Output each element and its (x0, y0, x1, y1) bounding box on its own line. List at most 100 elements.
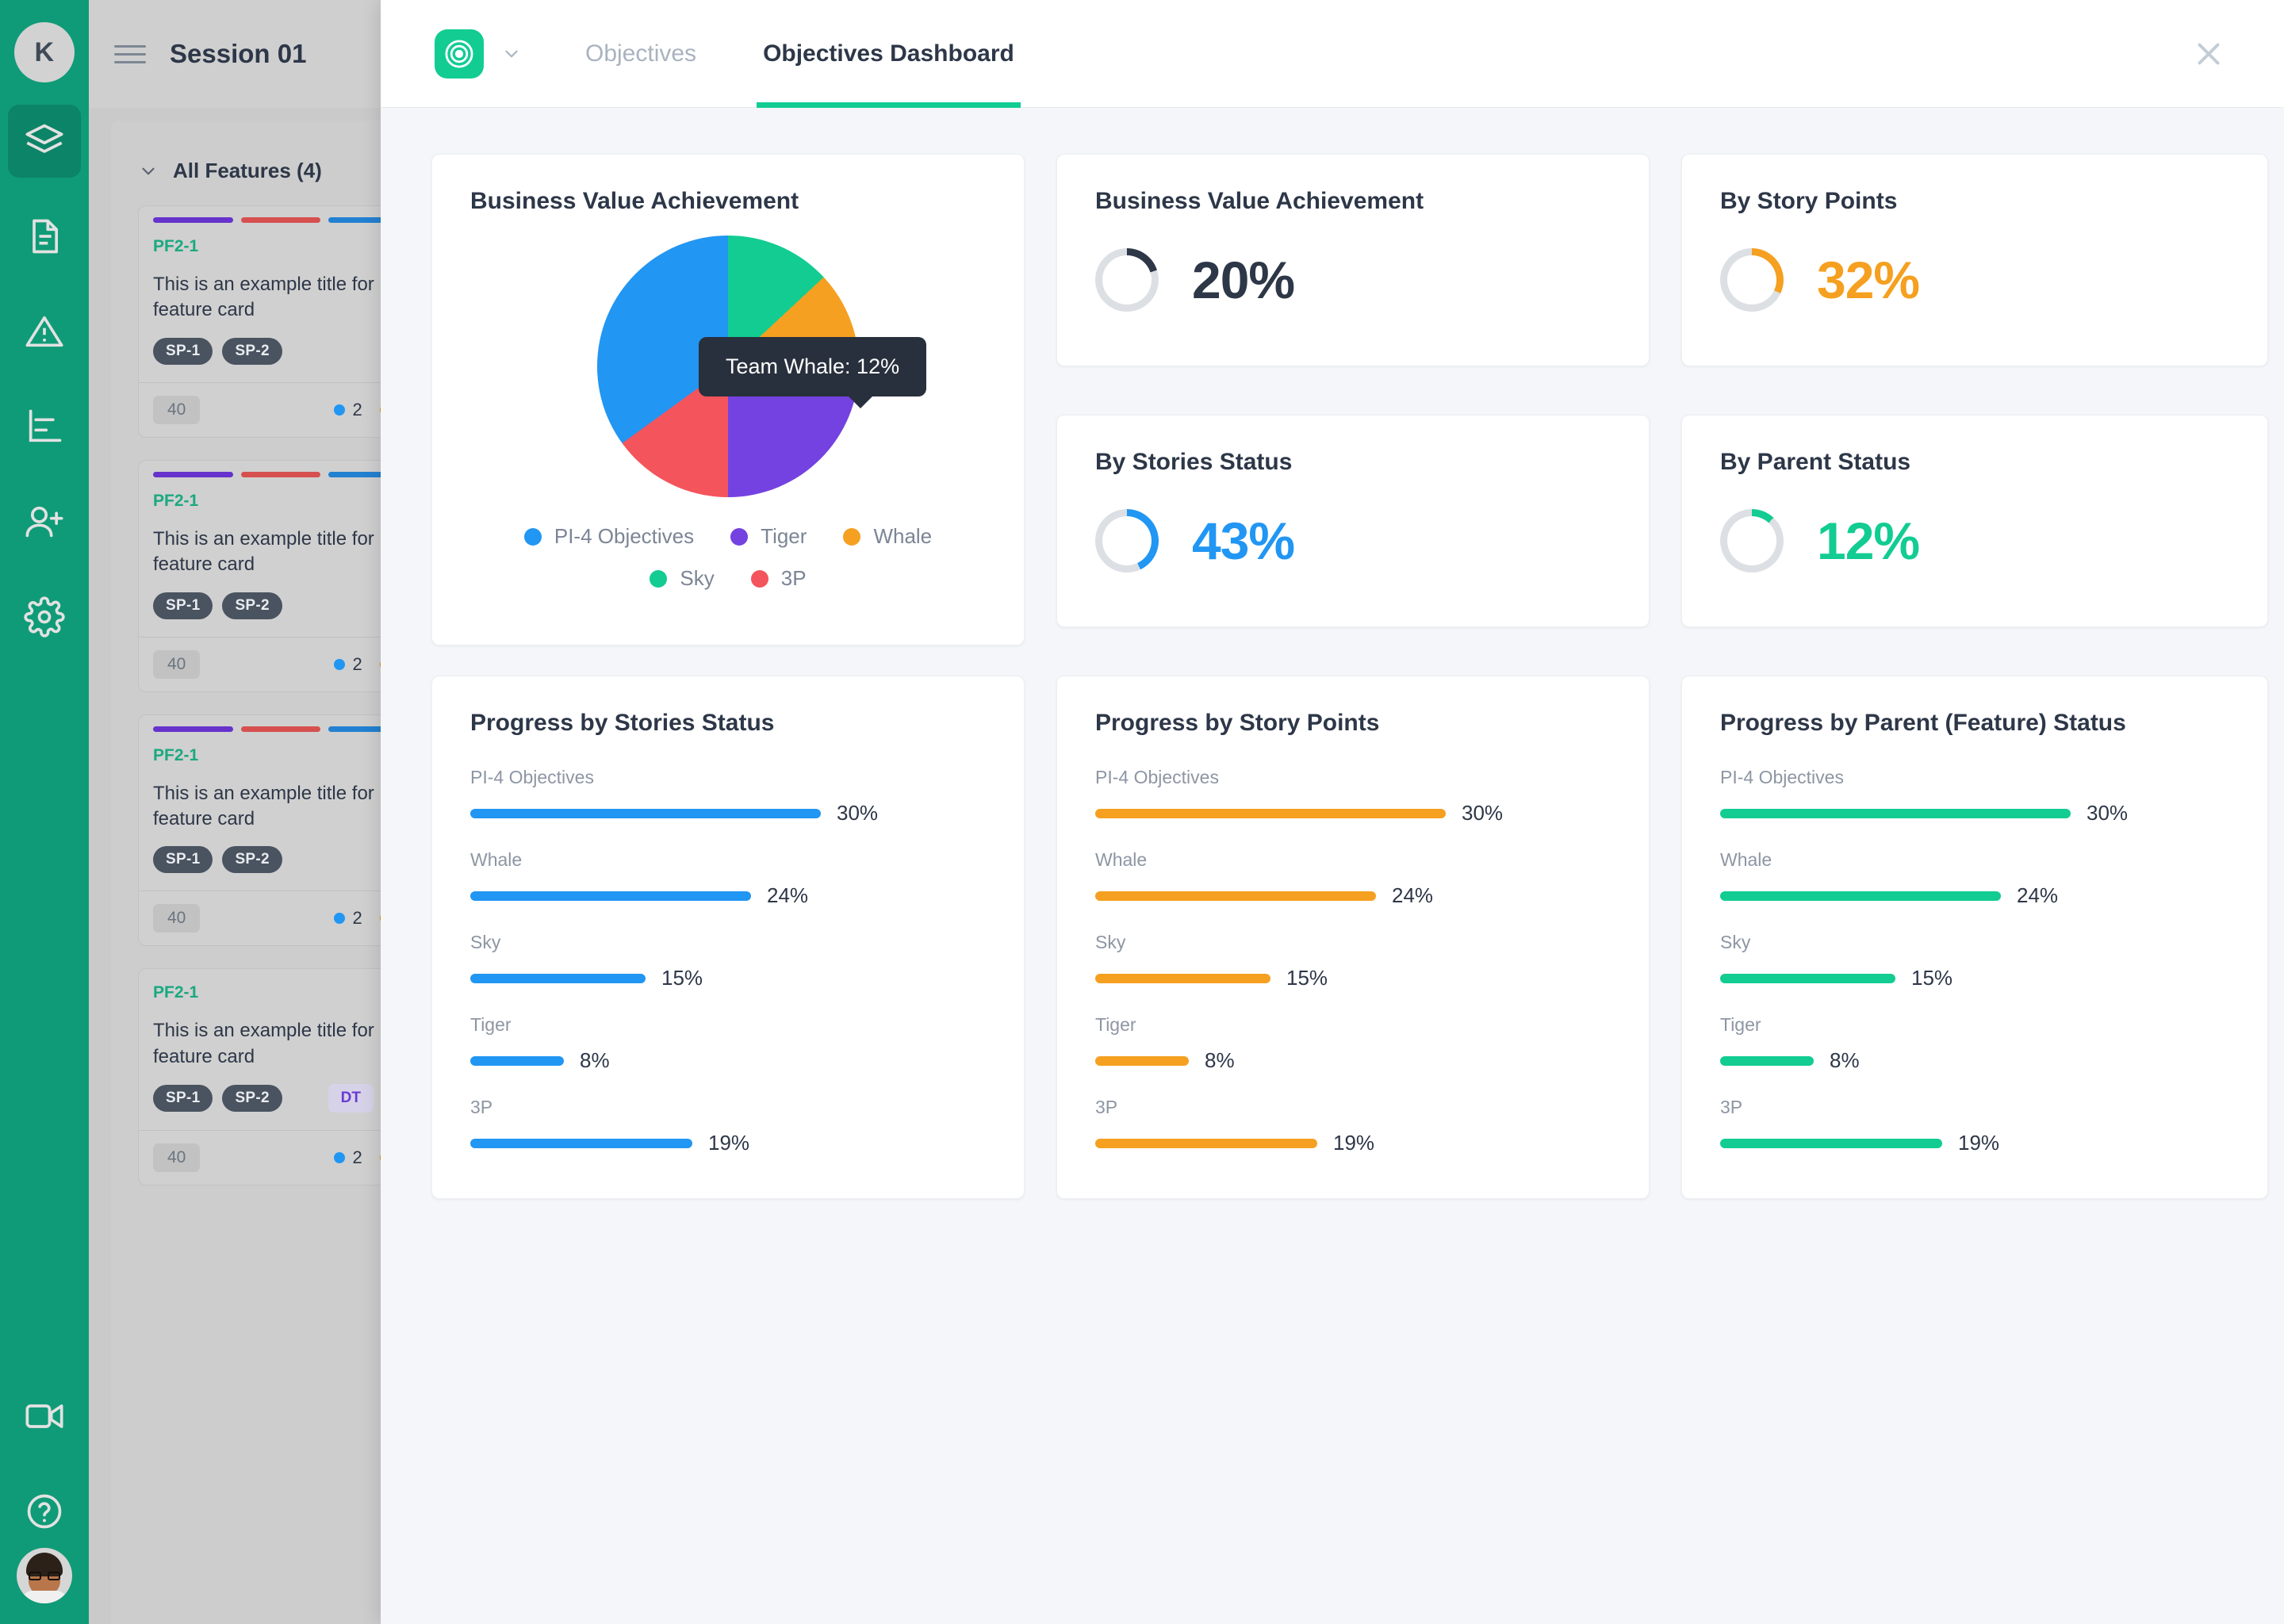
card-tag[interactable]: SP-1 (153, 846, 213, 874)
kpi-title: Business Value Achievement (1095, 188, 1424, 214)
bar-label: Tiger (1720, 1014, 1761, 1035)
bar-label: PI-4 Objectives (1095, 767, 1219, 787)
legend-item[interactable]: Whale (843, 524, 932, 549)
help-circle-icon[interactable] (8, 1475, 81, 1548)
bar-item: Sky 15% (1720, 932, 2229, 990)
kpi-value: 20% (1192, 251, 1295, 309)
card-tag[interactable]: SP-1 (153, 337, 213, 365)
legend-color-dot (650, 569, 668, 588)
bar-chart-card-stories-status: Progress by Stories Status PI-4 Objectiv… (431, 676, 1025, 1199)
bar-fill (470, 973, 646, 983)
bar-chart-title: Progress by Parent (Feature) Status (1720, 710, 2126, 736)
card-pill[interactable]: DT (328, 1084, 374, 1113)
kpi-card-stories-status: By Stories Status 43% (1056, 415, 1650, 627)
stripe (153, 726, 233, 732)
bar-item: Sky 15% (470, 932, 986, 990)
card-estimate: 40 (153, 904, 201, 933)
bar-fill (1720, 891, 2001, 901)
bar-item: 3P 19% (470, 1097, 986, 1155)
add-user-icon[interactable] (8, 485, 81, 558)
bar-fill (470, 1138, 692, 1148)
bar-list: PI-4 Objectives 30% Whale 24% Sky 15% Tiger 8% 3… (432, 737, 1024, 1155)
pie-tooltip: Team Whale: 12% (699, 337, 927, 408)
feature-list: All Features (4) PF2-1InThis is an examp… (111, 121, 423, 1624)
status-dot (333, 658, 345, 670)
bar-label: 3P (1720, 1097, 1743, 1117)
feature-group-header[interactable]: All Features (4) (111, 121, 406, 183)
layers-icon[interactable] (8, 105, 81, 178)
document-icon[interactable] (8, 200, 81, 273)
bar-chart-icon[interactable] (8, 390, 81, 463)
bar-value: 30% (1462, 801, 1504, 825)
hamburger-menu-icon[interactable] (114, 40, 146, 69)
bar-value: 8% (580, 1048, 610, 1072)
progress-donut (1095, 248, 1159, 312)
legend-item[interactable]: Tiger (730, 524, 807, 549)
target-icon[interactable] (435, 29, 484, 79)
chevron-down-icon (138, 161, 159, 182)
bar-fill (470, 891, 751, 901)
bar-fill (470, 808, 821, 818)
bar-line: 24% (470, 883, 986, 908)
bar-item: Whale 24% (470, 849, 986, 908)
bar-label: PI-4 Objectives (470, 767, 594, 787)
card-tag[interactable]: SP-1 (153, 592, 213, 619)
card-count: 2 (333, 654, 362, 675)
bar-value: 8% (1205, 1048, 1235, 1072)
kpi-card-parent-status: By Parent Status 12% (1681, 415, 2268, 627)
kpi-title: By Story Points (1720, 188, 1898, 214)
legend-item[interactable]: PI-4 Objectives (523, 524, 695, 549)
gear-icon[interactable] (8, 580, 81, 653)
card-tag[interactable]: SP-1 (153, 1085, 213, 1113)
tab-objectives-dashboard[interactable]: Objectives Dashboard (757, 0, 1021, 108)
card-tag[interactable]: SP-2 (222, 337, 282, 365)
warning-icon[interactable] (8, 295, 81, 368)
video-camera-icon[interactable] (8, 1380, 81, 1453)
card-tag[interactable]: SP-2 (222, 592, 282, 619)
kpi-card-story-points: By Story Points 32% (1681, 154, 2268, 366)
card-key: PF2-1 (153, 237, 199, 255)
bar-item: Tiger 8% (470, 1014, 986, 1073)
bar-label: Whale (470, 849, 523, 870)
bar-line: 30% (470, 801, 986, 825)
user-photo-avatar[interactable] (17, 1548, 72, 1603)
card-tag[interactable]: SP-2 (222, 846, 282, 874)
session-title: Session 01 (170, 39, 307, 68)
tab-objectives[interactable]: Objectives (579, 0, 703, 108)
progress-donut (1720, 509, 1784, 573)
close-icon[interactable] (2190, 36, 2227, 72)
legend-item[interactable]: Sky (650, 566, 715, 591)
status-dot (333, 404, 345, 416)
card-estimate: 40 (153, 1143, 201, 1173)
kpi-row: 32% (1682, 215, 2267, 312)
card-tag[interactable]: SP-2 (222, 1085, 282, 1113)
bar-line: 19% (1095, 1131, 1611, 1155)
card-count: 2 (333, 908, 362, 929)
legend-label: PI-4 Objectives (554, 524, 695, 548)
bar-item: Whale 24% (1720, 849, 2229, 908)
bar-line: 8% (470, 1048, 986, 1073)
pie-chart-title: Business Value Achievement (470, 188, 799, 214)
card-estimate: 40 (153, 395, 201, 424)
bar-list: PI-4 Objectives 30% Whale 24% Sky 15% Tiger 8% 3… (1682, 737, 2267, 1155)
bar-value: 15% (661, 966, 703, 990)
bar-value: 8% (1830, 1048, 1860, 1072)
bar-item: 3P 19% (1720, 1097, 2229, 1155)
legend-item[interactable]: 3P (750, 566, 807, 591)
kpi-value: 12% (1817, 511, 1920, 570)
bar-item: PI-4 Objectives 30% (1720, 767, 2229, 825)
bar-item: PI-4 Objectives 30% (470, 767, 986, 825)
bar-value: 19% (1333, 1131, 1375, 1155)
pie-legend: PI-4 Objectives Tiger Whale Sky 3P (432, 497, 1024, 591)
objectives-dashboard-modal: Objectives Objectives Dashboard Business… (381, 0, 2284, 1624)
bar-line: 15% (1720, 966, 2229, 990)
avatar[interactable]: K (14, 22, 75, 82)
bar-value: 15% (1911, 966, 1953, 990)
bar-value: 24% (767, 883, 809, 907)
legend-color-dot (730, 527, 749, 546)
bar-item: Tiger 8% (1720, 1014, 2229, 1073)
bar-value: 19% (708, 1131, 750, 1155)
bar-fill (1095, 1055, 1189, 1066)
status-dot (333, 1152, 345, 1164)
chevron-down-icon[interactable] (501, 44, 522, 64)
